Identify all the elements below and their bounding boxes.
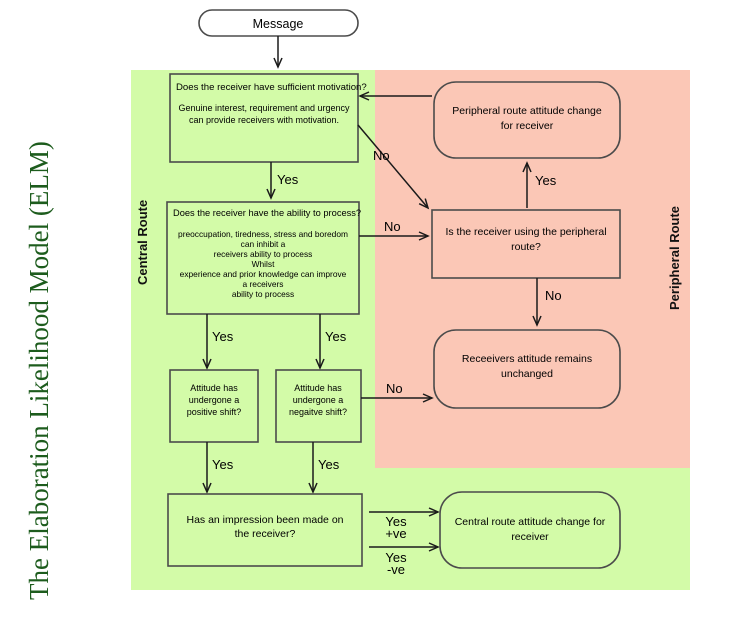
node-peripheral-question-line2: route?: [511, 241, 541, 253]
node-positive-shift-line1: Attitude has: [190, 383, 238, 393]
page-title: The Elaboration Likelihood Model (ELM): [24, 141, 54, 600]
node-ability-line8: ability to process: [232, 289, 294, 299]
node-ability-line1: Does the receiver have the ability to pr…: [173, 208, 361, 218]
edge-label-negative-shift-yes: Yes: [318, 457, 340, 472]
node-impression-line2: the receiver?: [235, 528, 296, 540]
node-peripheral-change-line2: for receiver: [501, 120, 554, 132]
elm-diagram: The Elaboration Likelihood Model (ELM) C…: [0, 0, 750, 619]
node-unchanged-line1: Receeivers attitude remains: [462, 353, 592, 365]
node-unchanged-line2: unchanged: [501, 368, 553, 380]
node-ability-line3: can inhibit a: [241, 239, 286, 249]
edge-label-positive-shift-yes: Yes: [212, 457, 234, 472]
edge-label-ability-yes-left: Yes: [212, 329, 234, 344]
edge-label-negative-shift-no: No: [386, 381, 403, 396]
edge-label-peripheral-yes: Yes: [535, 173, 557, 188]
edge-label-ability-yes-right: Yes: [325, 329, 347, 344]
node-central-change-line1: Central route attitude change for: [455, 516, 606, 528]
node-positive-shift-line3: positive shift?: [187, 407, 242, 417]
edge-label-ability-no: No: [384, 219, 401, 234]
node-negative-shift-line3: negaitve shift?: [289, 407, 347, 417]
node-peripheral-question-line1: Is the receiver using the peripheral: [445, 226, 606, 238]
node-motivation-line1: Does the receiver have sufficient motiva…: [176, 82, 367, 93]
node-motivation-line3: can provide receivers with motivation.: [189, 115, 339, 125]
node-ability-line5: Whilst: [252, 259, 275, 269]
edge-label-peripheral-no: No: [545, 288, 562, 303]
node-ability-line2: preoccupation, tiredness, stress and bor…: [178, 229, 348, 239]
edge-label-motivation-no: No: [373, 148, 390, 163]
node-positive-shift-line2: undergone a: [189, 395, 240, 405]
node-negative-shift-line1: Attitude has: [294, 383, 342, 393]
edge-label-impression-yes-positive-b: +ve: [385, 526, 406, 541]
node-ability-line7: a receivers: [243, 279, 284, 289]
edge-label-motivation-yes: Yes: [277, 172, 299, 187]
lane-label-central: Central Route: [135, 200, 150, 285]
node-motivation-line2: Genuine interest, requirement and urgenc…: [178, 103, 350, 113]
node-negative-shift-line2: undergone a: [293, 395, 344, 405]
node-peripheral-change-line1: Peripheral route attitude change: [452, 105, 602, 117]
node-message-label: Message: [253, 17, 304, 31]
lane-label-peripheral: Peripheral Route: [667, 206, 682, 310]
node-ability-line6: experience and prior knowledge can impro…: [180, 269, 347, 279]
node-ability-line4: receivers ability to process: [214, 249, 313, 259]
node-central-change-line2: receiver: [511, 531, 549, 543]
edge-label-impression-yes-negative-b: -ve: [387, 562, 405, 577]
node-impression-line1: Has an impression been made on: [186, 514, 343, 526]
